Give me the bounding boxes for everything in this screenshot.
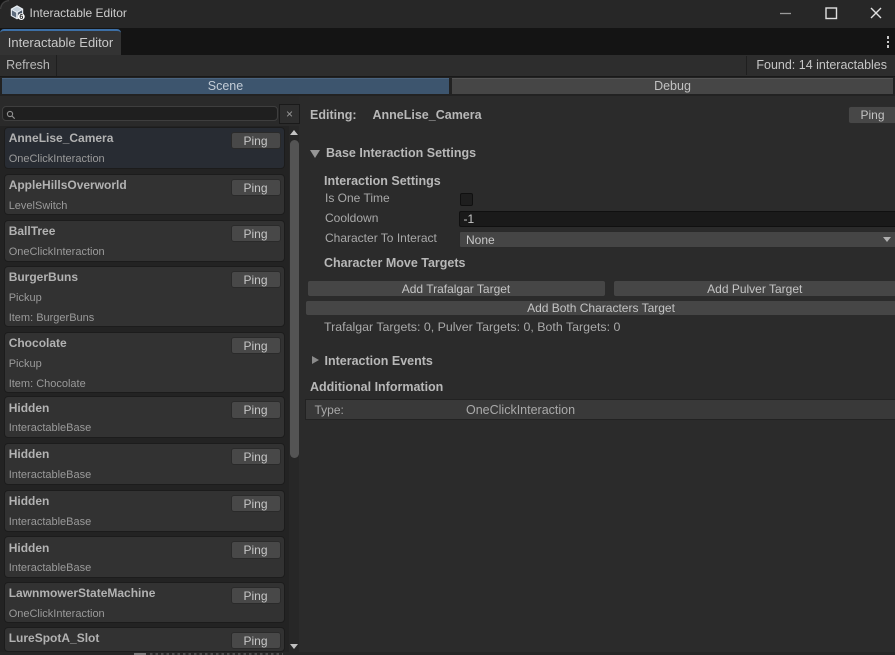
svg-text:6: 6: [19, 14, 23, 20]
